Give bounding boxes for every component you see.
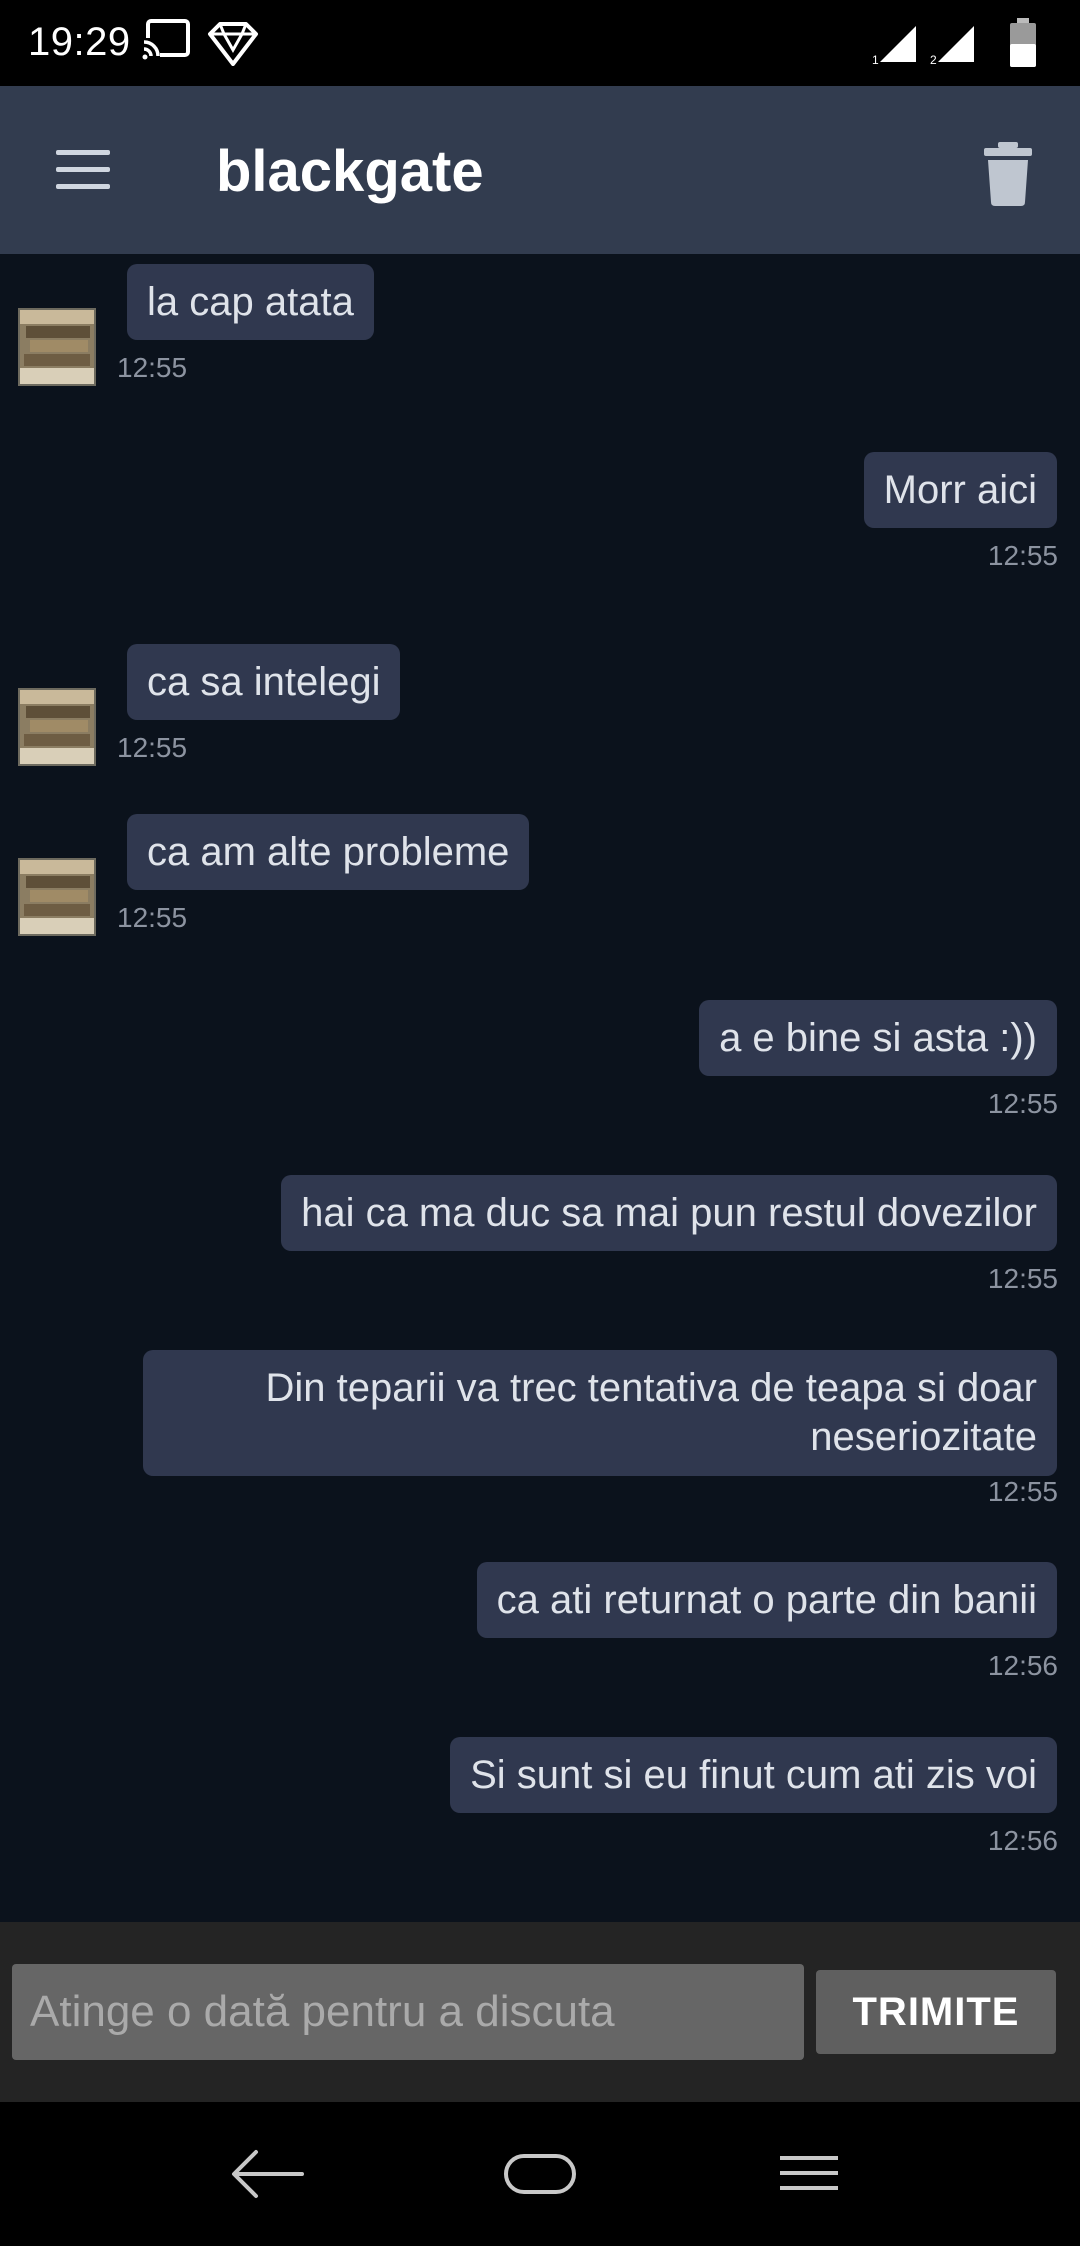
message-bubble[interactable]: ca ati returnat o parte din banii xyxy=(476,1562,1057,1638)
vpn-icon xyxy=(208,22,258,66)
navigation-bar xyxy=(0,2102,1080,2246)
recents-icon[interactable] xyxy=(780,2154,840,2194)
cast-icon xyxy=(142,19,190,60)
message-bubble[interactable]: Din teparii va trec tentativa de teapa s… xyxy=(143,1350,1057,1476)
message-bubble[interactable]: la cap atata xyxy=(127,264,374,340)
page-title: blackgate xyxy=(216,139,484,204)
menu-icon[interactable] xyxy=(52,146,114,194)
sim1-label: 1 xyxy=(872,53,879,66)
app-bar: blackgate xyxy=(0,86,1080,254)
home-icon[interactable] xyxy=(504,2154,576,2194)
avatar xyxy=(18,308,96,386)
status-bar: 19:29 1 2 xyxy=(0,0,1080,86)
message-time: 12:55 xyxy=(987,1476,1058,1507)
signal-sim1-icon: 1 xyxy=(872,26,916,66)
back-icon[interactable] xyxy=(230,2144,306,2204)
message-time: 12:55 xyxy=(117,732,188,763)
trash-icon[interactable] xyxy=(980,142,1036,206)
message-time: 12:56 xyxy=(987,1650,1058,1681)
message-time: 12:56 xyxy=(987,1825,1058,1856)
message-time: 12:55 xyxy=(117,352,188,383)
status-time: 19:29 xyxy=(28,20,131,64)
avatar xyxy=(18,688,96,766)
message-time: 12:55 xyxy=(117,902,188,933)
message-bubble[interactable]: ca am alte probleme xyxy=(127,814,530,890)
message-time: 12:55 xyxy=(987,540,1058,571)
message-input[interactable] xyxy=(12,1964,804,2060)
send-button[interactable]: TRIMITE xyxy=(816,1970,1056,2054)
chat-area[interactable]: la cap atata 12:55 Morr aici 12:55 ca sa… xyxy=(0,254,1080,1922)
message-bubble[interactable]: a e bine si asta :)) xyxy=(699,1000,1057,1076)
message-bubble[interactable]: Morr aici xyxy=(863,452,1057,528)
message-time: 12:55 xyxy=(987,1088,1058,1119)
sim2-label: 2 xyxy=(930,53,937,66)
battery-icon xyxy=(1010,18,1036,67)
message-bubble[interactable]: ca sa intelegi xyxy=(127,644,401,720)
message-bubble[interactable]: hai ca ma duc sa mai pun restul dovezilo… xyxy=(281,1175,1057,1251)
composer-bar: TRIMITE xyxy=(0,1922,1080,2102)
signal-sim2-icon: 2 xyxy=(930,26,974,66)
message-time: 12:55 xyxy=(987,1263,1058,1294)
message-bubble[interactable]: Si sunt si eu finut cum ati zis voi xyxy=(450,1737,1057,1813)
avatar xyxy=(18,858,96,936)
